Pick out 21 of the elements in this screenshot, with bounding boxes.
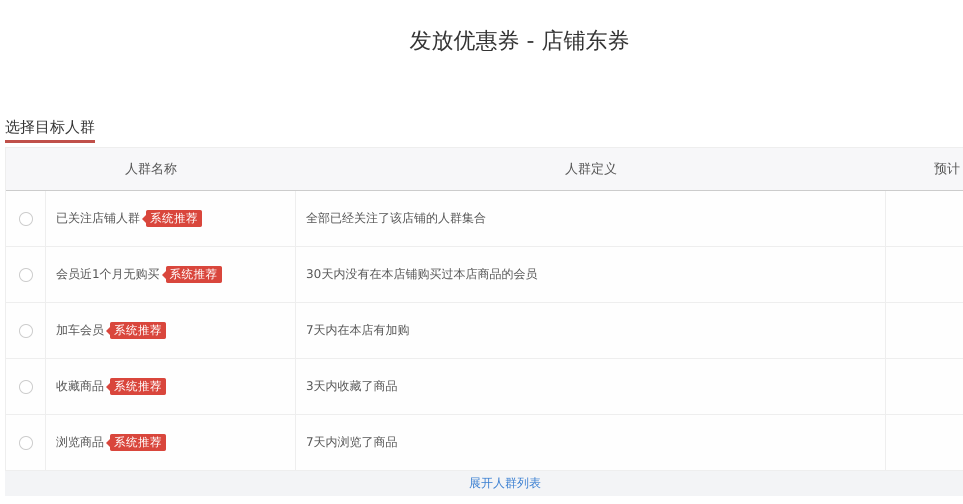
radio-button[interactable]	[18, 436, 32, 450]
audience-name: 已关注店铺人群	[56, 210, 140, 227]
column-header: 人群定义	[564, 161, 618, 178]
radio-button[interactable]	[18, 380, 32, 394]
column-header: 预计	[933, 161, 961, 178]
column-header: 人群名称	[124, 161, 178, 178]
radio-button[interactable]	[18, 324, 32, 338]
audience-name: 会员近1个月无购买	[56, 266, 160, 283]
audience-definition: 7天内在本店有加购	[306, 322, 410, 339]
audience-definition: 30天内没有在本店铺购买过本店商品的会员	[306, 266, 538, 283]
audience-name: 收藏商品	[56, 378, 104, 395]
radio-button[interactable]	[18, 212, 32, 226]
expand-list-link[interactable]: 展开人群列表	[469, 475, 541, 492]
audience-name: 加车会员	[56, 322, 104, 339]
audience-definition: 全部已经关注了该店铺的人群集合	[306, 210, 486, 227]
audience-definition: 3天内收藏了商品	[306, 378, 398, 395]
section-tab[interactable]: 选择目标人群	[5, 118, 95, 143]
audience-definition: 7天内浏览了商品	[306, 434, 398, 451]
radio-button[interactable]	[18, 268, 32, 282]
audience-name: 浏览商品	[56, 434, 104, 451]
page-title: 发放优惠券 - 店铺东券	[408, 28, 630, 56]
